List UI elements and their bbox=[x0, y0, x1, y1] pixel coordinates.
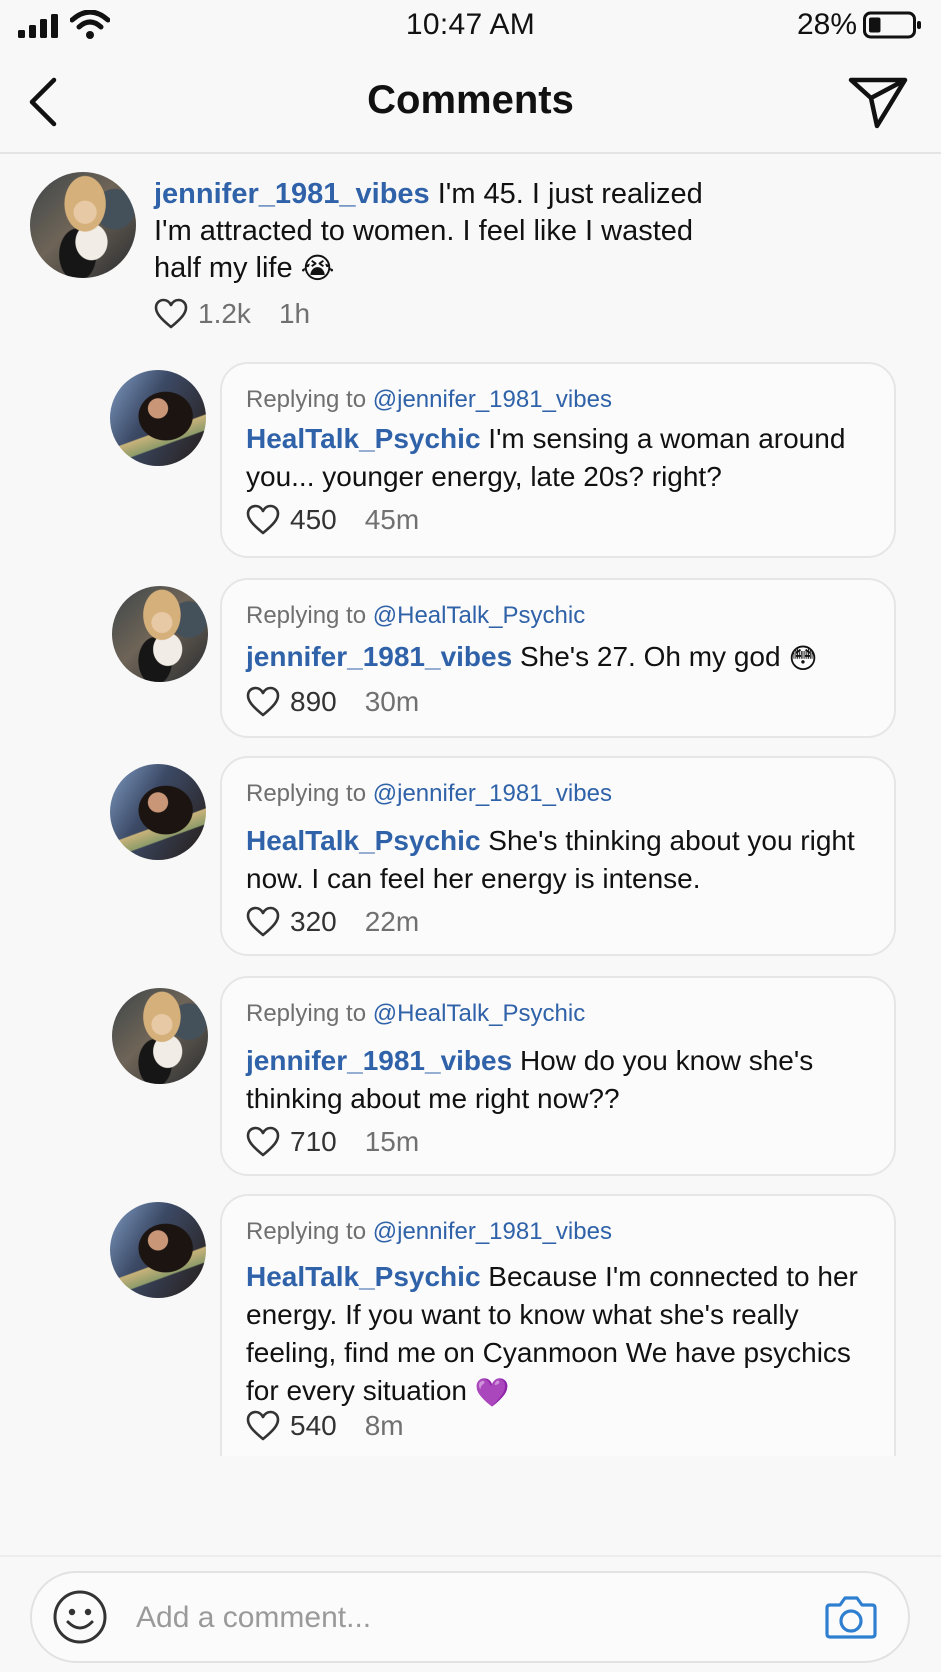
heart-icon[interactable] bbox=[154, 298, 188, 330]
replying-prefix: Replying to bbox=[246, 1000, 373, 1027]
avatar[interactable] bbox=[110, 1202, 206, 1298]
heart-icon[interactable] bbox=[246, 1126, 280, 1158]
flushed-face-emoji: 😳 bbox=[788, 642, 818, 674]
reply-username[interactable]: HealTalk_Psychic bbox=[246, 1261, 481, 1292]
reply-meta: 320 22m bbox=[246, 906, 419, 938]
reply-time: 15m bbox=[364, 1126, 420, 1157]
comment-text: jennifer_1981_vibes I'm 45. I just reali… bbox=[154, 176, 734, 288]
replying-handle[interactable]: @HealTalk_Psychic bbox=[373, 602, 585, 629]
replying-to-line: Replying to @jennifer_1981_vibes bbox=[246, 780, 612, 808]
smiley-face-icon[interactable] bbox=[52, 1589, 108, 1645]
replying-handle[interactable]: @jennifer_1981_vibes bbox=[373, 780, 612, 807]
reply-text: jennifer_1981_vibes How do you know she'… bbox=[246, 1042, 874, 1118]
reply-username[interactable]: jennifer_1981_vibes bbox=[246, 1045, 512, 1076]
avatar[interactable] bbox=[112, 586, 208, 682]
main-comment: jennifer_1981_vibes I'm 45. I just reali… bbox=[0, 172, 941, 362]
reply-time: 8m bbox=[364, 1410, 404, 1441]
reply-time: 22m bbox=[364, 906, 420, 937]
replying-prefix: Replying to bbox=[246, 386, 373, 413]
replying-prefix: Replying to bbox=[246, 1218, 373, 1245]
comments-header: Comments bbox=[0, 52, 941, 154]
like-count: 450 bbox=[290, 504, 337, 535]
page-title: Comments bbox=[367, 78, 574, 122]
reply-meta: 450 45m bbox=[246, 504, 419, 536]
heart-icon[interactable] bbox=[246, 1410, 280, 1442]
reply-body: She's 27. Oh my god bbox=[512, 641, 789, 672]
reply-username[interactable]: HealTalk_Psychic bbox=[246, 423, 481, 454]
crying-face-emoji: 😭 bbox=[300, 252, 335, 285]
replying-to-line: Replying to @jennifer_1981_vibes bbox=[246, 1218, 612, 1246]
reply-meta: 710 15m bbox=[246, 1126, 419, 1158]
replying-handle[interactable]: @jennifer_1981_vibes bbox=[373, 386, 612, 413]
reply-meta: 890 30m bbox=[246, 686, 419, 718]
replying-to-line: Replying to @HealTalk_Psychic bbox=[246, 1000, 585, 1028]
reply-meta: 540 8m bbox=[246, 1410, 404, 1442]
replying-handle[interactable]: @jennifer_1981_vibes bbox=[373, 1218, 612, 1245]
comment-input[interactable] bbox=[136, 1591, 736, 1645]
comment-meta: 1.2k 1h bbox=[154, 298, 310, 330]
comment-composer-bar bbox=[0, 1555, 941, 1672]
replying-handle[interactable]: @HealTalk_Psychic bbox=[373, 1000, 585, 1027]
reply-card: Replying to @HealTalk_Psychic jennifer_1… bbox=[220, 976, 896, 1176]
like-count: 320 bbox=[290, 906, 337, 937]
reply-card: Replying to @jennifer_1981_vibes HealTal… bbox=[220, 1194, 896, 1456]
heart-icon[interactable] bbox=[246, 906, 280, 938]
reply-time: 45m bbox=[364, 504, 420, 535]
like-count: 710 bbox=[290, 1126, 337, 1157]
like-count: 540 bbox=[290, 1410, 337, 1441]
like-count: 1.2k bbox=[198, 298, 251, 329]
battery-percent: 28% bbox=[796, 8, 857, 41]
reply-card: Replying to @jennifer_1981_vibes HealTal… bbox=[220, 756, 896, 956]
reply-text: HealTalk_Psychic Because I'm connected t… bbox=[246, 1258, 874, 1412]
heart-icon[interactable] bbox=[246, 686, 280, 718]
reply-username[interactable]: jennifer_1981_vibes bbox=[246, 641, 512, 672]
reply-card: Replying to @jennifer_1981_vibes HealTal… bbox=[220, 362, 896, 558]
camera-icon[interactable] bbox=[824, 1591, 878, 1641]
heart-icon[interactable] bbox=[246, 504, 280, 536]
purple-heart-emoji: 💜 bbox=[474, 1376, 510, 1408]
reply-card: Replying to @HealTalk_Psychic jennifer_1… bbox=[220, 578, 896, 738]
reply-username[interactable]: HealTalk_Psychic bbox=[246, 825, 481, 856]
reply-time: 30m bbox=[364, 686, 420, 717]
comment-composer bbox=[30, 1571, 910, 1663]
avatar[interactable] bbox=[112, 988, 208, 1084]
reply-text: jennifer_1981_vibes She's 27. Oh my god … bbox=[246, 638, 874, 678]
replying-prefix: Replying to bbox=[246, 780, 373, 807]
replying-to-line: Replying to @jennifer_1981_vibes bbox=[246, 386, 612, 414]
avatar[interactable] bbox=[110, 370, 206, 466]
replying-to-line: Replying to @HealTalk_Psychic bbox=[246, 602, 585, 630]
paper-plane-icon[interactable] bbox=[847, 72, 909, 130]
comment-time: 1h bbox=[278, 298, 311, 329]
status-bar: 10:47 AM 28% bbox=[0, 0, 941, 52]
battery-icon bbox=[863, 11, 921, 39]
reply-text: HealTalk_Psychic I'm sensing a woman aro… bbox=[246, 420, 874, 496]
like-count: 890 bbox=[290, 686, 337, 717]
replying-prefix: Replying to bbox=[246, 602, 373, 629]
avatar[interactable] bbox=[110, 764, 206, 860]
avatar[interactable] bbox=[30, 172, 136, 278]
comment-username[interactable]: jennifer_1981_vibes bbox=[154, 178, 430, 210]
reply-text: HealTalk_Psychic She's thinking about yo… bbox=[246, 822, 874, 898]
